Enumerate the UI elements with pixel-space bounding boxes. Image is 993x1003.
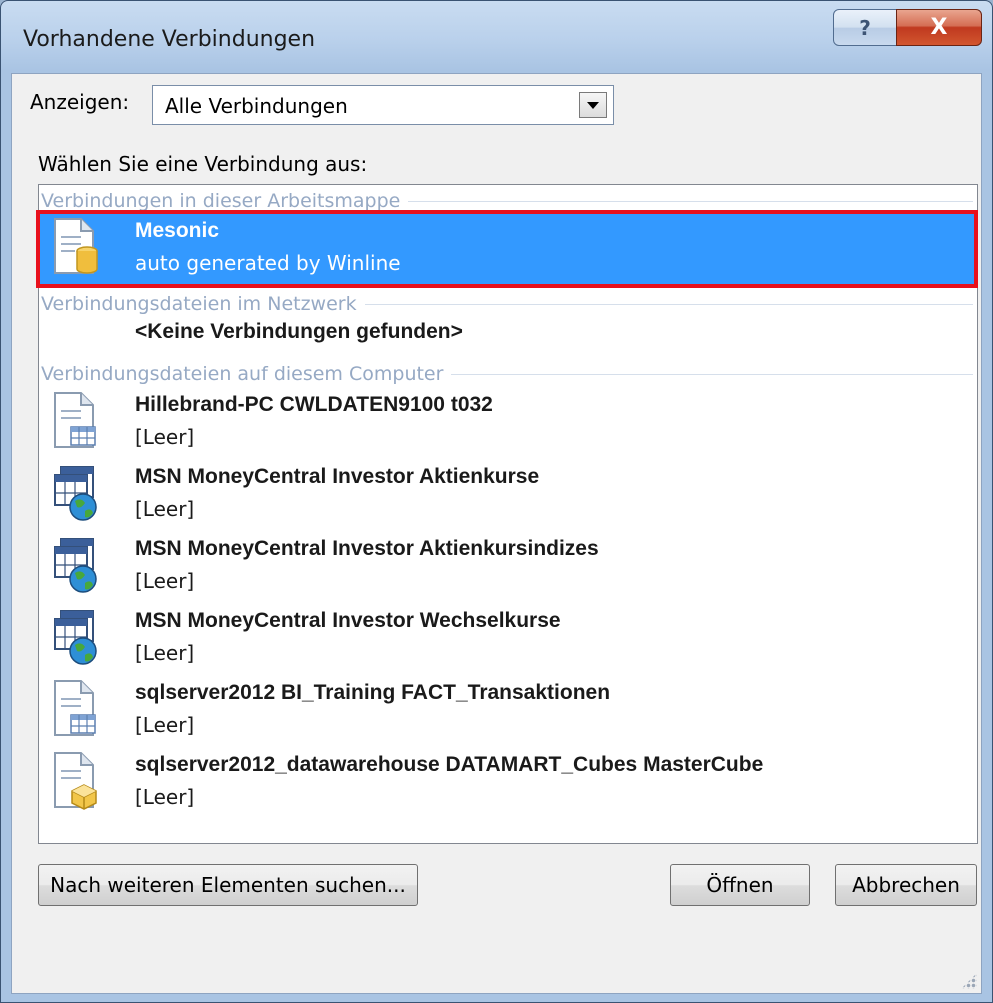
title-bar[interactable]: Vorhandene Verbindungen ? X — [1, 1, 992, 73]
close-icon: X — [930, 15, 948, 40]
show-filter-label: Anzeigen: — [30, 90, 130, 114]
show-filter-value: Alle Verbindungen — [165, 94, 348, 118]
web-query-icon — [54, 466, 97, 521]
connection-item[interactable]: sqlserver2012 BI_Training FACT_Transakti… — [39, 675, 975, 747]
table-file-icon — [54, 392, 96, 448]
close-button[interactable]: X — [896, 9, 982, 46]
connection-list[interactable]: Verbindungen in dieser Arbeitsmappe Meso… — [36, 184, 978, 844]
connection-description: [Leer] — [135, 569, 195, 593]
connection-description: [Leer] — [135, 641, 195, 665]
divider — [364, 303, 973, 305]
choose-connection-label: Wählen Sie eine Verbindung aus: — [38, 152, 368, 176]
connection-description: [Leer] — [135, 425, 195, 449]
chevron-down-icon — [587, 101, 599, 109]
cancel-button[interactable]: Abbrechen — [835, 864, 977, 906]
divider — [408, 200, 973, 202]
connection-description: auto generated by Winline — [135, 251, 401, 275]
connection-name: sqlserver2012_datawarehouse DATAMART_Cub… — [135, 753, 764, 776]
dropdown-arrow-button[interactable] — [579, 92, 607, 118]
help-button[interactable]: ? — [833, 9, 897, 46]
connection-item[interactable]: MSN MoneyCentral Investor Aktienkurse [L… — [39, 459, 975, 531]
connection-item-mesonic[interactable]: Mesonic auto generated by Winline — [36, 210, 978, 288]
connection-name: MSN MoneyCentral Investor Wechselkurse — [135, 609, 561, 632]
dialog-title: Vorhandene Verbindungen — [23, 27, 316, 52]
browse-for-more-button[interactable]: Nach weiteren Elementen suchen... — [38, 864, 418, 906]
web-query-icon — [54, 610, 97, 665]
connection-name: Hillebrand-PC CWLDATEN9100 t032 — [135, 393, 493, 416]
connection-item[interactable]: MSN MoneyCentral Investor Wechselkurse [… — [39, 603, 975, 675]
connection-item[interactable]: sqlserver2012_datawarehouse DATAMART_Cub… — [39, 747, 975, 819]
resize-grip[interactable] — [961, 973, 977, 989]
group-header-computer: Verbindungsdateien auf diesem Computer — [41, 363, 973, 385]
table-file-icon — [54, 680, 96, 736]
web-query-icon — [54, 538, 97, 593]
connection-item[interactable]: MSN MoneyCentral Investor Aktienkursindi… — [39, 531, 975, 603]
connection-name: MSN MoneyCentral Investor Aktienkurse — [135, 465, 540, 488]
cube-file-icon — [54, 752, 97, 810]
connection-item[interactable]: Hillebrand-PC CWLDATEN9100 t032 [Leer] — [39, 387, 975, 459]
existing-connections-dialog: Vorhandene Verbindungen ? X Anzeigen: Al… — [0, 0, 993, 1003]
group-header-label: Verbindungsdateien auf diesem Computer — [41, 363, 444, 385]
open-button[interactable]: Öffnen — [670, 864, 810, 906]
connection-name: sqlserver2012 BI_Training FACT_Transakti… — [135, 681, 611, 704]
connection-description: [Leer] — [135, 713, 195, 737]
no-connections-found: <Keine Verbindungen gefunden> — [135, 320, 463, 343]
group-header-network: Verbindungsdateien im Netzwerk — [41, 293, 973, 315]
connection-description: [Leer] — [135, 497, 195, 521]
divider — [451, 373, 973, 375]
group-header-label: Verbindungsdateien im Netzwerk — [41, 293, 357, 315]
connection-name: Mesonic — [135, 219, 220, 242]
help-icon: ? — [859, 15, 871, 40]
group-header-workbook: Verbindungen in dieser Arbeitsmappe — [41, 190, 973, 212]
connection-name: MSN MoneyCentral Investor Aktienkursindi… — [135, 537, 599, 560]
dialog-body: Anzeigen: Alle Verbindungen Wählen Sie e… — [11, 73, 982, 994]
show-filter-select[interactable]: Alle Verbindungen — [152, 85, 614, 125]
connection-description: [Leer] — [135, 785, 195, 809]
group-header-label: Verbindungen in dieser Arbeitsmappe — [41, 190, 401, 212]
database-file-icon — [54, 218, 98, 274]
